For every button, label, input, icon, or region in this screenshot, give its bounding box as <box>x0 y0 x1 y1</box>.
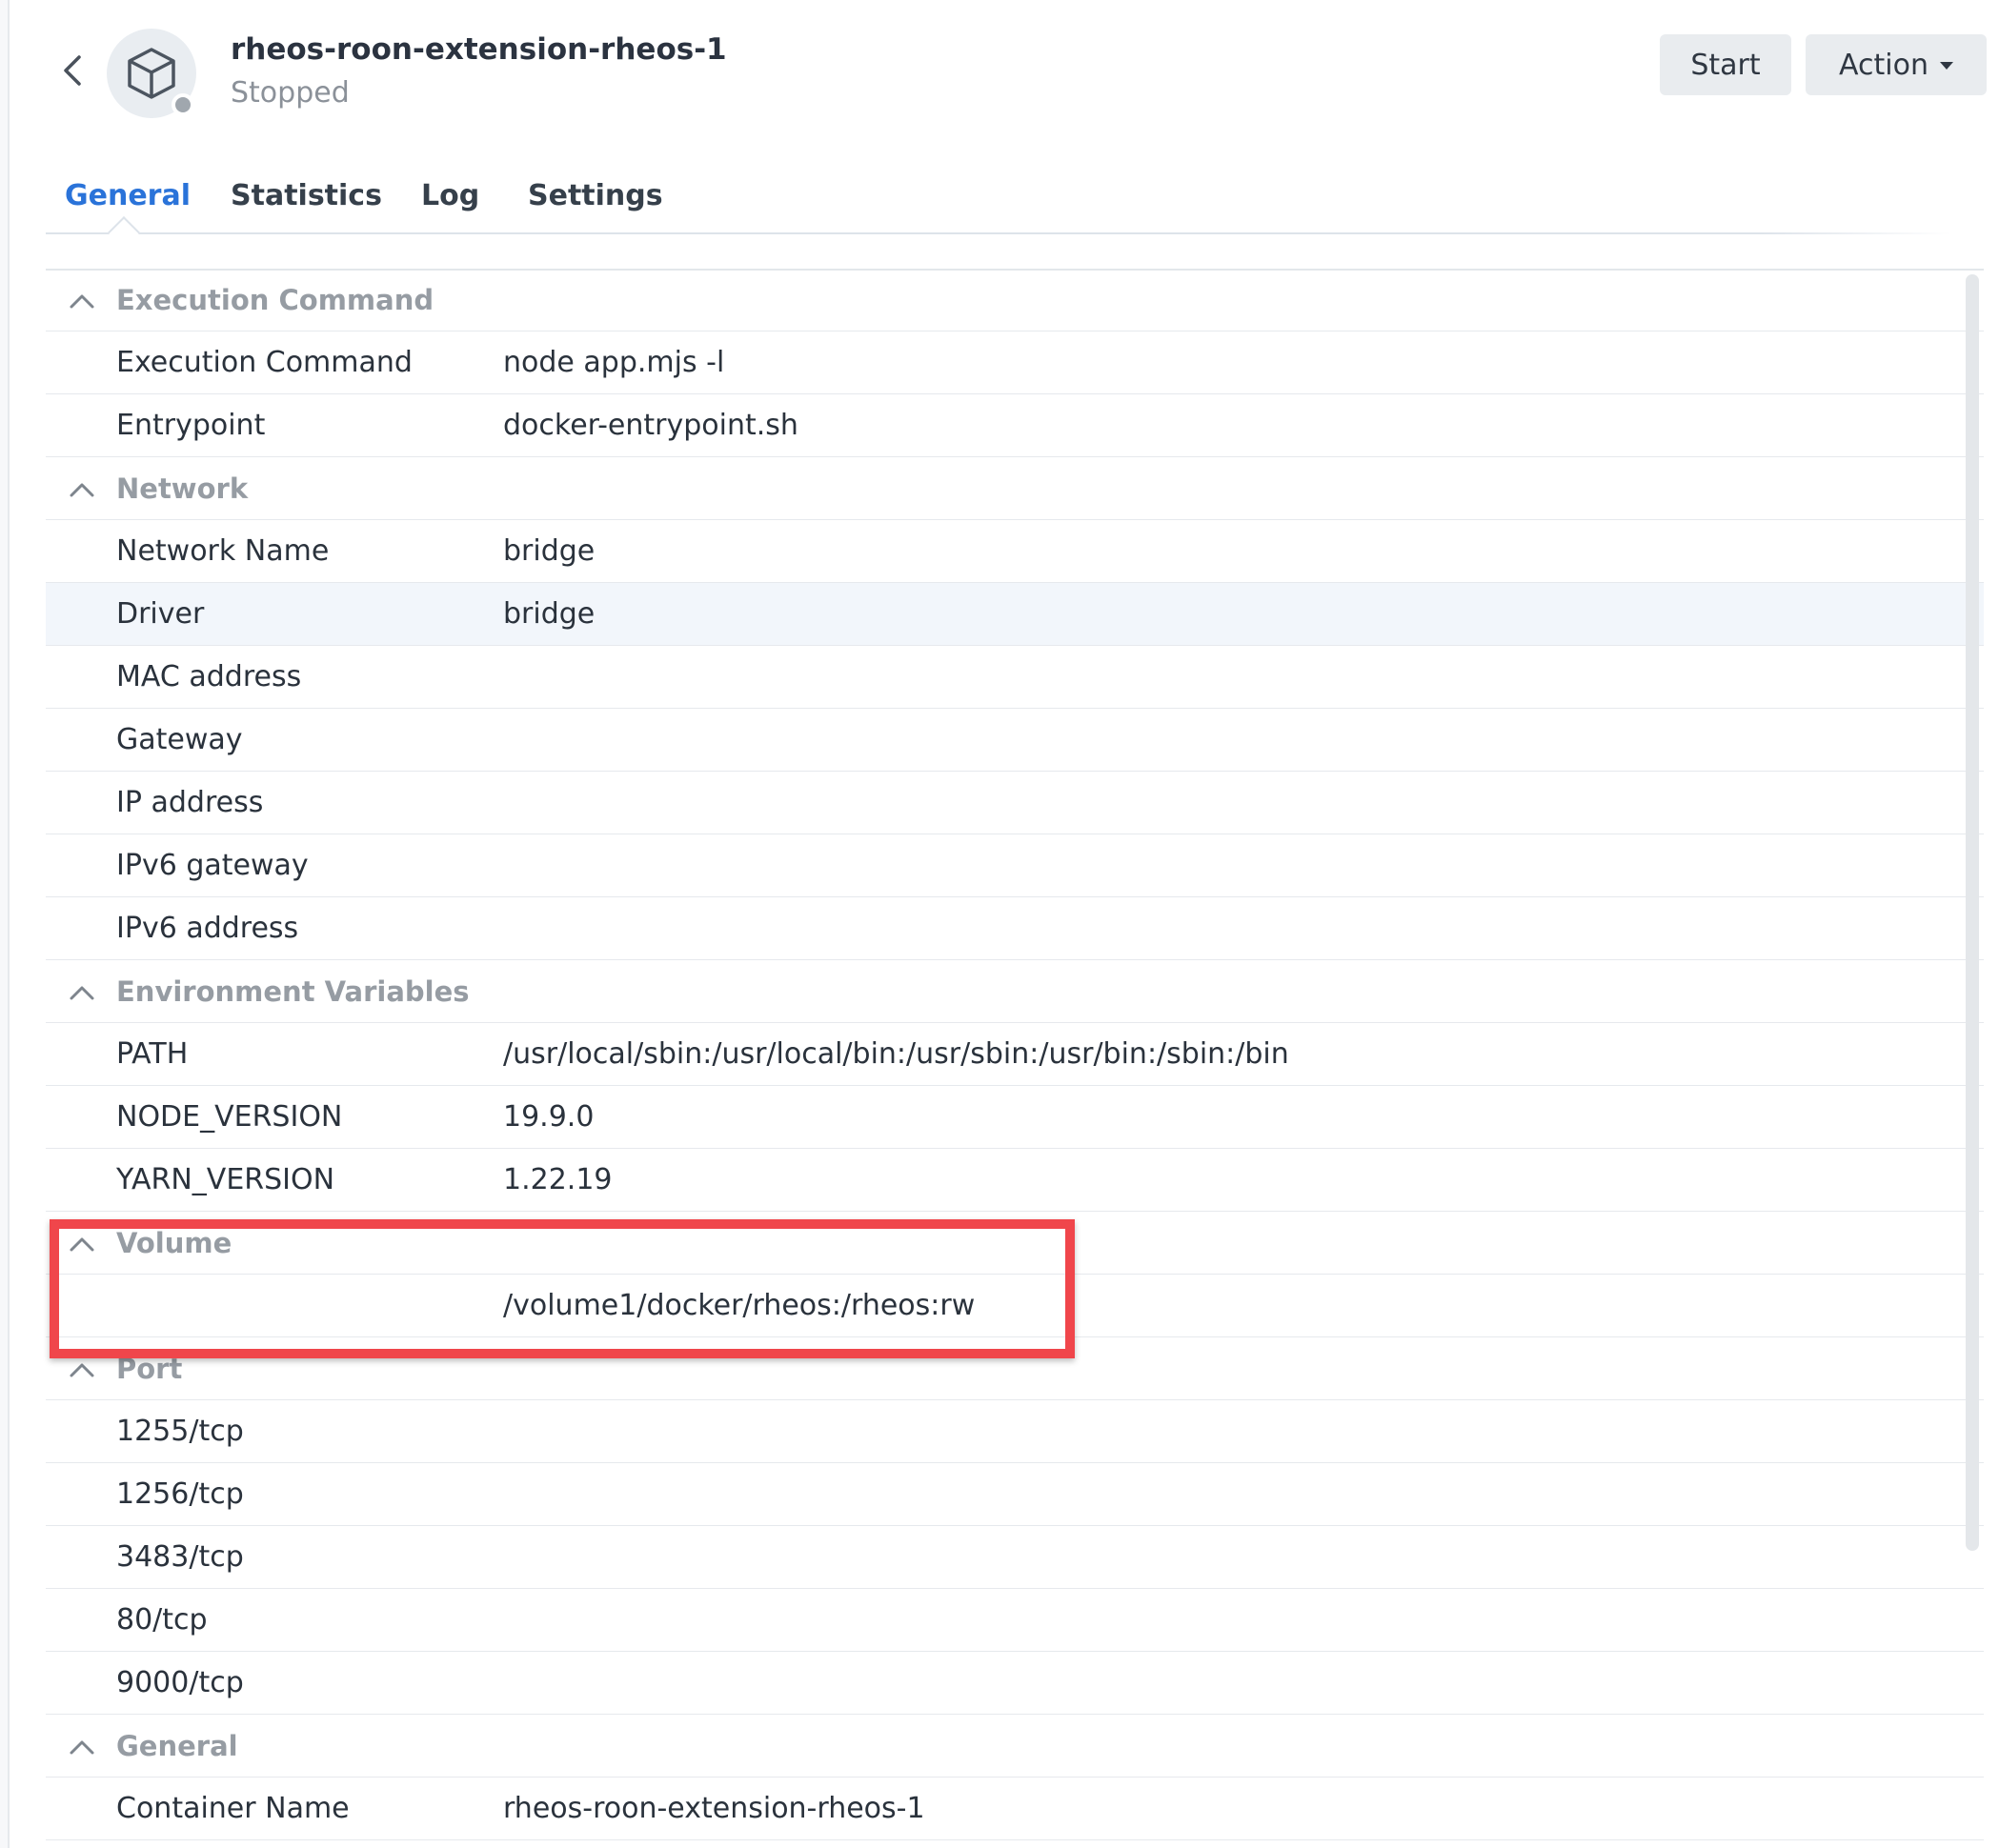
row-value: docker-entrypoint.sh <box>503 409 798 442</box>
row-key: PATH <box>116 1037 189 1071</box>
table-row: IP address <box>46 772 1984 834</box>
table-row: 1256/tcp <box>46 1463 1984 1526</box>
details-table: Execution Command Execution Command node… <box>46 269 1984 1840</box>
section-header-execution-command[interactable]: Execution Command <box>46 269 1984 331</box>
table-row: Entrypoint docker-entrypoint.sh <box>46 394 1984 457</box>
table-row: 1255/tcp <box>46 1400 1984 1463</box>
table-row: 3483/tcp <box>46 1526 1984 1589</box>
chevron-up-icon[interactable] <box>69 1231 95 1257</box>
row-key: Driver <box>116 597 205 631</box>
row-key: IP address <box>116 786 264 819</box>
back-button[interactable] <box>55 50 90 91</box>
section-header-network[interactable]: Network <box>46 457 1984 520</box>
chevron-up-icon[interactable] <box>69 979 95 1006</box>
table-row: Container Name rheos-roon-extension-rheo… <box>46 1778 1984 1840</box>
container-title: rheos-roon-extension-rheos-1 <box>231 32 727 67</box>
row-key: Gateway <box>116 723 243 756</box>
row-key: Network Name <box>116 534 330 568</box>
table-row-hovered: Driver bridge <box>46 583 1984 646</box>
chevron-left-icon <box>64 55 81 86</box>
row-value: rheos-roon-extension-rheos-1 <box>503 1792 925 1825</box>
table-row: Execution Command node app.mjs -l <box>46 331 1984 394</box>
row-value: /volume1/docker/rheos:/rheos:rw <box>503 1289 976 1322</box>
section-title: Network <box>116 472 249 505</box>
row-key: 1256/tcp <box>116 1477 244 1511</box>
action-dropdown-button[interactable]: Action <box>1806 34 1987 95</box>
row-key: IPv6 gateway <box>116 849 309 882</box>
chevron-up-icon[interactable] <box>69 1734 95 1760</box>
table-row: 80/tcp <box>46 1589 1984 1652</box>
section-header-general[interactable]: General <box>46 1715 1984 1778</box>
container-header: rheos-roon-extension-rheos-1 Stopped Sta… <box>0 0 1999 143</box>
section-title: General <box>116 1730 238 1762</box>
table-row: MAC address <box>46 646 1984 709</box>
table-row: Network Name bridge <box>46 520 1984 583</box>
table-row: IPv6 gateway <box>46 834 1984 897</box>
row-key: Entrypoint <box>116 409 266 442</box>
section-header-environment-variables[interactable]: Environment Variables <box>46 960 1984 1023</box>
section-header-volume[interactable]: Volume <box>46 1212 1984 1275</box>
row-key: NODE_VERSION <box>116 1100 343 1134</box>
chevron-up-icon[interactable] <box>69 476 95 503</box>
active-tab-notch <box>108 216 140 249</box>
cube-icon <box>128 48 175 99</box>
tab-statistics[interactable]: Statistics <box>231 179 382 212</box>
row-key: MAC address <box>116 660 302 693</box>
table-row: PATH /usr/local/sbin:/usr/local/bin:/usr… <box>46 1023 1984 1086</box>
row-key: 80/tcp <box>116 1603 208 1637</box>
tab-log[interactable]: Log <box>421 179 479 212</box>
row-value: 1.22.19 <box>503 1163 613 1196</box>
caret-down-icon <box>1939 62 1953 70</box>
row-key: 9000/tcp <box>116 1666 244 1699</box>
section-title: Volume <box>116 1227 232 1259</box>
action-button-label: Action <box>1839 48 1928 82</box>
row-key: Container Name <box>116 1792 350 1825</box>
table-row: YARN_VERSION 1.22.19 <box>46 1149 1984 1212</box>
scrollbar-thumb[interactable] <box>1966 274 1979 1551</box>
table-row: /volume1/docker/rheos:/rheos:rw <box>46 1275 1984 1337</box>
chevron-up-icon[interactable] <box>69 1356 95 1383</box>
start-button[interactable]: Start <box>1660 34 1791 95</box>
table-row: Gateway <box>46 709 1984 772</box>
row-value: bridge <box>503 534 596 568</box>
tab-bar: General Statistics Log Settings <box>46 171 1980 249</box>
section-title: Execution Command <box>116 284 434 316</box>
start-button-label: Start <box>1690 48 1761 82</box>
chevron-up-icon[interactable] <box>69 288 95 314</box>
window-left-edge <box>0 0 10 1848</box>
status-indicator-dot <box>172 93 194 116</box>
row-value: bridge <box>503 597 596 631</box>
row-key: IPv6 address <box>116 912 299 945</box>
row-value: 19.9.0 <box>503 1100 595 1134</box>
section-title: Environment Variables <box>116 975 470 1008</box>
tab-general[interactable]: General <box>65 179 191 212</box>
row-key: 3483/tcp <box>116 1540 244 1574</box>
table-row: 9000/tcp <box>46 1652 1984 1715</box>
row-value: node app.mjs -l <box>503 346 725 379</box>
row-key: 1255/tcp <box>116 1415 244 1448</box>
row-key: YARN_VERSION <box>116 1163 335 1196</box>
row-value: /usr/local/sbin:/usr/local/bin:/usr/sbin… <box>503 1037 1289 1071</box>
tab-bar-divider <box>46 232 1951 234</box>
section-header-port[interactable]: Port <box>46 1337 1984 1400</box>
tab-settings[interactable]: Settings <box>528 179 663 212</box>
row-key: Execution Command <box>116 346 413 379</box>
table-row: NODE_VERSION 19.9.0 <box>46 1086 1984 1149</box>
container-status: Stopped <box>231 76 350 110</box>
table-row: IPv6 address <box>46 897 1984 960</box>
section-title: Port <box>116 1353 183 1385</box>
